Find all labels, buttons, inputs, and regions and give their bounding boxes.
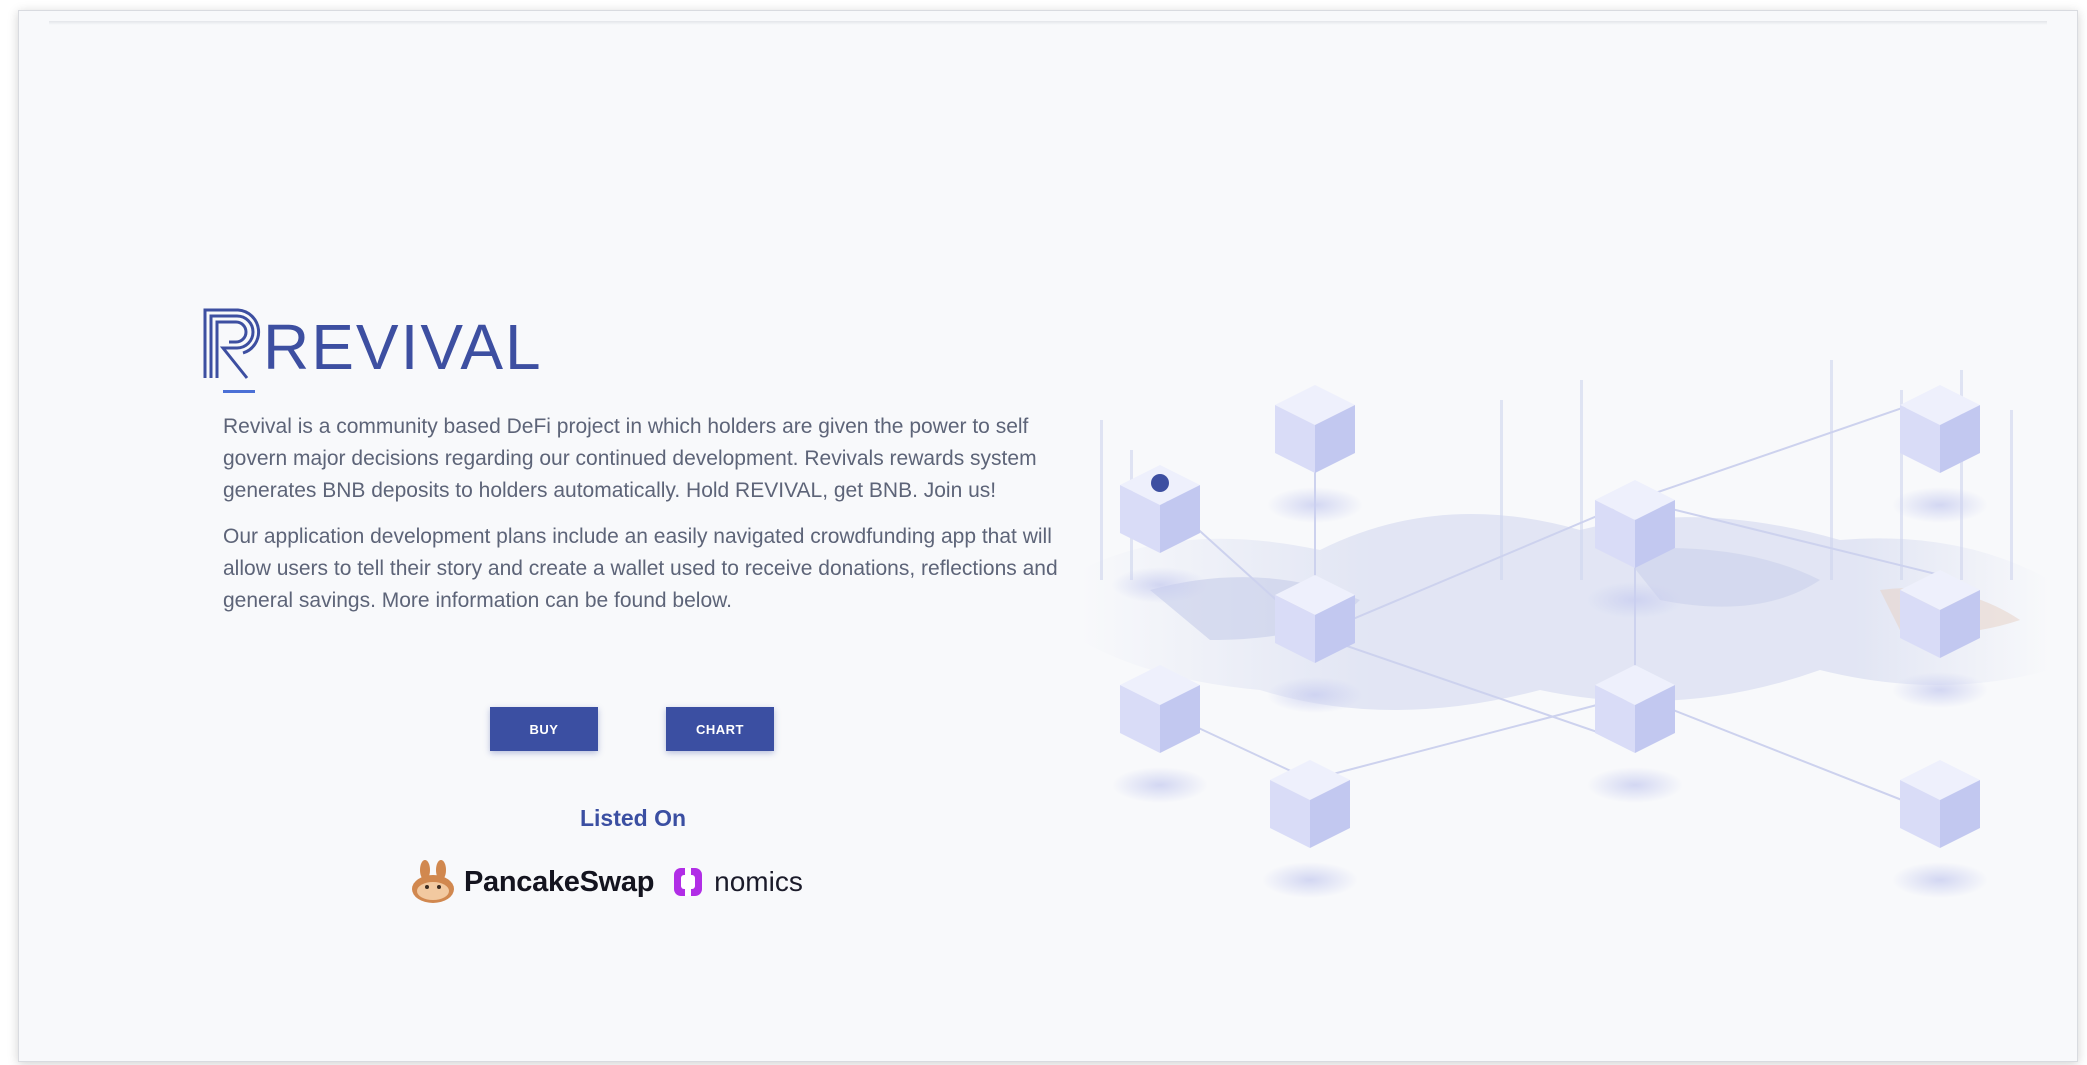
blockchain-network-illustration: [1080, 360, 2050, 898]
logo-underline: [223, 390, 255, 393]
frame-shadow-line: [49, 21, 2047, 25]
pancakeswap-bunny-icon[interactable]: [410, 860, 456, 904]
nomics-logo-icon[interactable]: [672, 866, 704, 898]
cta-buttons: BUY CHART: [490, 707, 774, 751]
revival-logo[interactable]: REVIVAL: [203, 298, 1053, 388]
pancakeswap-label[interactable]: PancakeSwap: [464, 866, 654, 899]
buy-button[interactable]: BUY: [490, 707, 598, 751]
intro-paragraph: Revival is a community based DeFi projec…: [223, 415, 1037, 502]
hero-content: REVIVAL Revival is a community based DeF…: [203, 298, 1058, 617]
revival-r-mark-icon: [203, 308, 261, 379]
brand-name: REVIVAL: [263, 311, 543, 383]
chart-button[interactable]: CHART: [666, 707, 774, 751]
listed-on-heading: Listed On: [579, 805, 687, 831]
nomics-label[interactable]: nomics: [714, 866, 803, 898]
plans-paragraph: Our application development plans includ…: [223, 525, 1058, 612]
listed-partners: PancakeSwap nomics: [410, 860, 803, 904]
